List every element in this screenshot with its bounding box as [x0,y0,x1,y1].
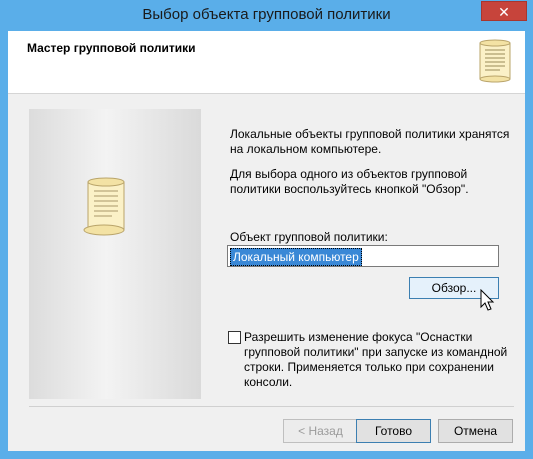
dialog-client: Мастер групповой политики Локальные объе… [8,31,525,451]
finish-button[interactable]: Готово [356,419,431,443]
instruction-text: Для выбора одного из объектов групповой … [230,167,469,196]
window-title: Выбор объекта групповой политики [142,6,391,23]
allow-focus-change-checkbox[interactable] [228,331,241,344]
back-button[interactable]: < Назад [283,419,358,443]
allow-focus-change-label[interactable]: Разрешить изменение фокуса "Оснастки гру… [244,330,508,390]
close-button[interactable]: ✕ [481,1,527,21]
wizard-header: Мастер групповой политики [8,31,525,94]
intro-text: Локальные объекты групповой политики хра… [230,127,510,156]
footer-divider [29,406,514,407]
wizard-title: Мастер групповой политики [27,41,196,55]
scroll-icon [479,39,511,83]
scroll-icon [83,177,125,236]
gpo-field[interactable]: Локальный компьютер [227,245,499,267]
gpo-field-value: Локальный компьютер [230,248,362,266]
gpo-label: Объект групповой политики: [230,230,388,244]
close-icon: ✕ [498,4,510,20]
title-bar[interactable]: Выбор объекта групповой политики ✕ [0,0,533,30]
dialog-window: Выбор объекта групповой политики ✕ Масте… [0,0,533,459]
mouse-cursor-icon [480,289,495,311]
cancel-button[interactable]: Отмена [438,419,513,443]
wizard-side-panel [29,109,201,399]
